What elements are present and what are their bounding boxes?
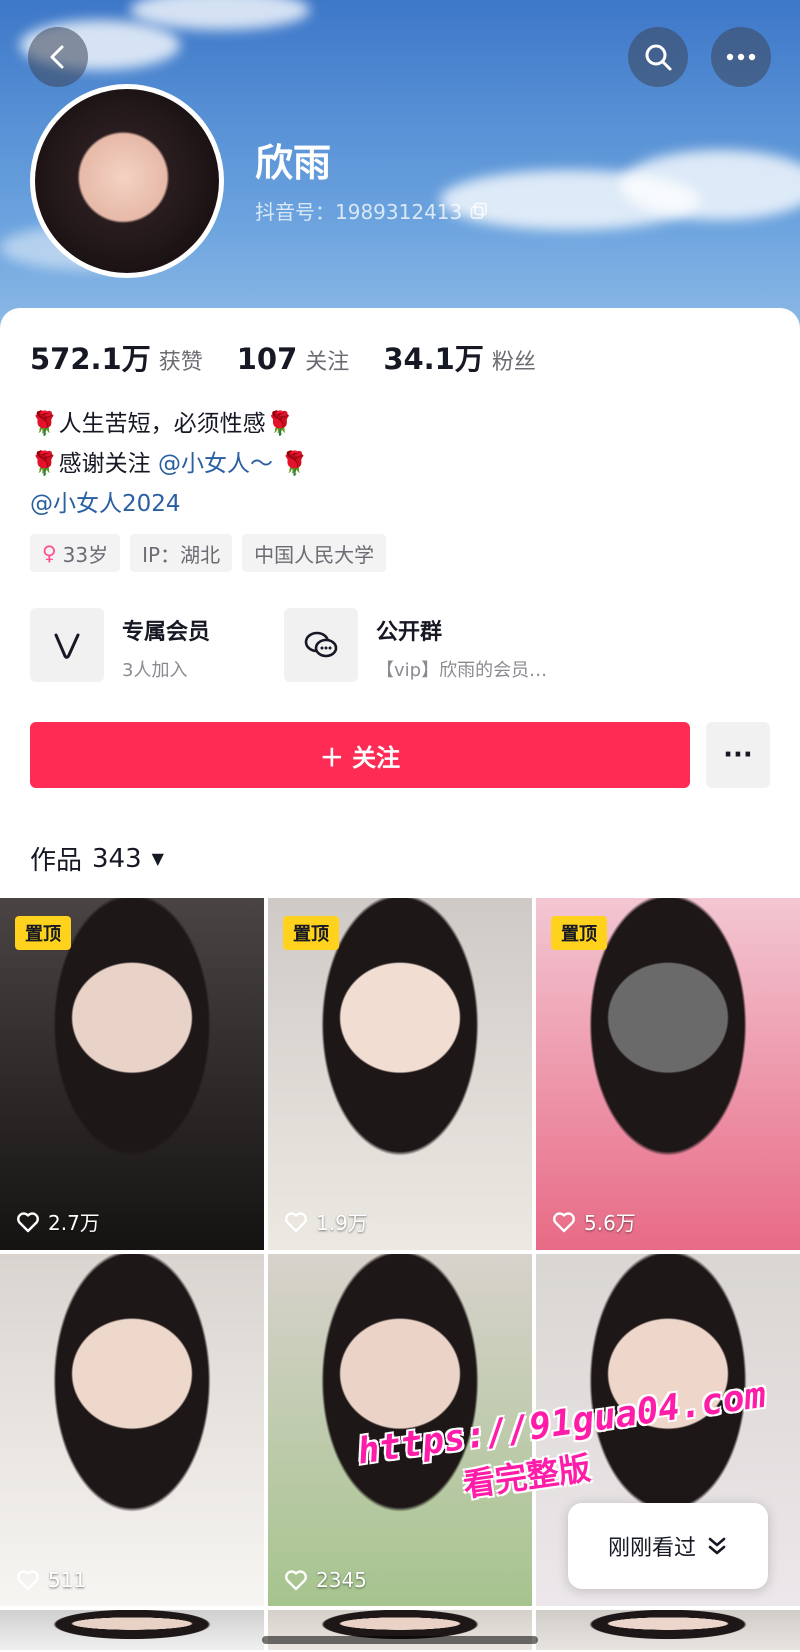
banner-cloud <box>130 0 310 30</box>
video-thumbnail <box>0 1254 264 1606</box>
likes-count: 2.7万 <box>48 1211 100 1235</box>
video-tile[interactable]: 置顶 1.9万 <box>268 898 532 1250</box>
video-thumbnail <box>536 898 800 1250</box>
home-indicator <box>262 1636 538 1644</box>
video-thumbnail <box>268 1610 532 1650</box>
chat-glyph <box>304 631 338 658</box>
works-tab[interactable]: 作品 343 ▼ <box>30 840 164 877</box>
tag-age: ♀ 33岁 <box>30 534 121 572</box>
back-button[interactable] <box>28 27 88 87</box>
ellipsis-icon <box>726 53 756 61</box>
stat-value: 572.1万 <box>30 342 151 376</box>
likes-count: 2345 <box>316 1568 367 1592</box>
feature-title: 公开群 <box>376 620 443 645</box>
profile-bio: 🌹人生苦短，必须性感🌹 🌹感谢关注 @小女人～ 🌹 @小女人2024 <box>30 404 309 524</box>
bio-line: @小女人2024 <box>30 484 309 524</box>
video-likes: 5.6万 <box>552 1207 636 1236</box>
bio-text: 感谢关注 <box>58 451 158 477</box>
chevron-left-icon <box>50 45 64 69</box>
copy-icon[interactable] <box>470 202 488 220</box>
video-likes: 511 <box>16 1568 86 1592</box>
vip-icon <box>30 608 104 682</box>
video-tile[interactable]: 置顶 5.6万 <box>536 898 800 1250</box>
video-likes: 2345 <box>284 1568 367 1592</box>
stat-label: 关注 <box>305 350 350 375</box>
video-thumbnail <box>0 1610 264 1650</box>
double-chevron-down-icon <box>708 1537 726 1555</box>
stat-label: 获赞 <box>158 350 203 375</box>
video-thumbnail <box>536 1610 800 1650</box>
douyin-id-text: 抖音号：1989312413 <box>255 200 463 224</box>
video-likes: 1.9万 <box>284 1207 368 1236</box>
public-group-text: 公开群 【vip】欣雨的会员… <box>376 608 547 682</box>
video-thumbnail <box>0 898 264 1250</box>
video-tile[interactable] <box>268 1610 532 1650</box>
follow-button[interactable]: ＋ 关注 <box>30 722 690 788</box>
rose-icon: 🌹 <box>280 451 309 477</box>
chat-group-icon <box>284 608 358 682</box>
pinned-badge: 置顶 <box>15 916 71 950</box>
stat-value: 34.1万 <box>383 342 484 376</box>
caret-down-icon: ▼ <box>151 849 164 868</box>
likes-count: 1.9万 <box>316 1211 368 1235</box>
female-icon: ♀ <box>42 541 57 565</box>
likes-count: 5.6万 <box>584 1211 636 1235</box>
heart-icon <box>285 1570 307 1591</box>
just-watched-label: 刚刚看过 <box>607 1536 696 1561</box>
video-tile[interactable] <box>0 1610 264 1650</box>
works-label: 作品 <box>30 846 83 876</box>
video-likes: 2.7万 <box>16 1207 100 1236</box>
rose-icon: 🌹 <box>30 451 59 477</box>
rose-icon: 🌹 <box>30 411 59 437</box>
rose-icon: 🌹 <box>265 411 295 437</box>
heart-icon <box>285 1211 307 1232</box>
works-count: 343 <box>92 843 142 874</box>
feature-title: 专属会员 <box>122 620 211 645</box>
feature-sub: 【vip】欣雨的会员… <box>376 660 548 681</box>
membership-text: 专属会员 3人加入 <box>122 608 210 682</box>
bio-text: 人生苦短，必须性感 <box>58 411 266 437</box>
search-button[interactable] <box>628 27 688 87</box>
likes-count: 511 <box>48 1568 87 1592</box>
just-watched-pill[interactable]: 刚刚看过 <box>568 1503 768 1589</box>
video-tile[interactable]: 置顶 2.7万 <box>0 898 264 1250</box>
profile-tags: ♀ 33岁 IP：湖北 中国人民大学 <box>30 534 387 572</box>
public-group-entry[interactable]: 公开群 【vip】欣雨的会员… <box>284 608 547 682</box>
douyin-id[interactable]: 抖音号：1989312413 <box>255 196 488 225</box>
bio-line: 🌹人生苦短，必须性感🌹 <box>30 404 309 444</box>
membership-entry[interactable]: 专属会员 3人加入 <box>30 608 210 682</box>
heart-icon <box>553 1211 575 1232</box>
more-options-button[interactable] <box>711 27 771 87</box>
avatar[interactable] <box>30 84 224 278</box>
bio-line: 🌹感谢关注 @小女人～ 🌹 <box>30 444 309 484</box>
video-thumbnail <box>268 898 532 1250</box>
heart-icon <box>17 1211 39 1232</box>
profile-nickname: 欣雨 <box>255 141 332 185</box>
stat-label: 粉丝 <box>491 350 536 375</box>
feature-sub: 3人加入 <box>122 660 188 681</box>
stat-likes[interactable]: 572.1万 获赞 <box>30 336 203 378</box>
pinned-badge: 置顶 <box>283 916 339 950</box>
tag-text: 中国人民大学 <box>254 542 375 567</box>
stats-row: 572.1万 获赞 107 关注 34.1万 粉丝 <box>30 336 536 378</box>
profile-more-button[interactable]: ··· <box>706 722 770 788</box>
tag-ip: IP：湖北 <box>130 534 233 572</box>
stat-followers[interactable]: 34.1万 粉丝 <box>383 336 536 378</box>
tag-text: 33岁 <box>62 542 109 567</box>
stat-following[interactable]: 107 关注 <box>237 342 350 376</box>
video-tile[interactable]: 511 <box>0 1254 264 1606</box>
search-icon <box>645 44 672 71</box>
vip-glyph <box>54 633 80 659</box>
bio-mention[interactable]: @小女人～ <box>158 451 273 477</box>
pinned-badge: 置顶 <box>551 916 607 950</box>
heart-icon <box>17 1570 39 1591</box>
tag-text: IP：湖北 <box>142 542 221 567</box>
bio-mention[interactable]: @小女人2024 <box>30 491 181 517</box>
tag-school[interactable]: 中国人民大学 <box>242 534 387 572</box>
video-tile[interactable] <box>536 1610 800 1650</box>
stat-value: 107 <box>236 342 298 376</box>
